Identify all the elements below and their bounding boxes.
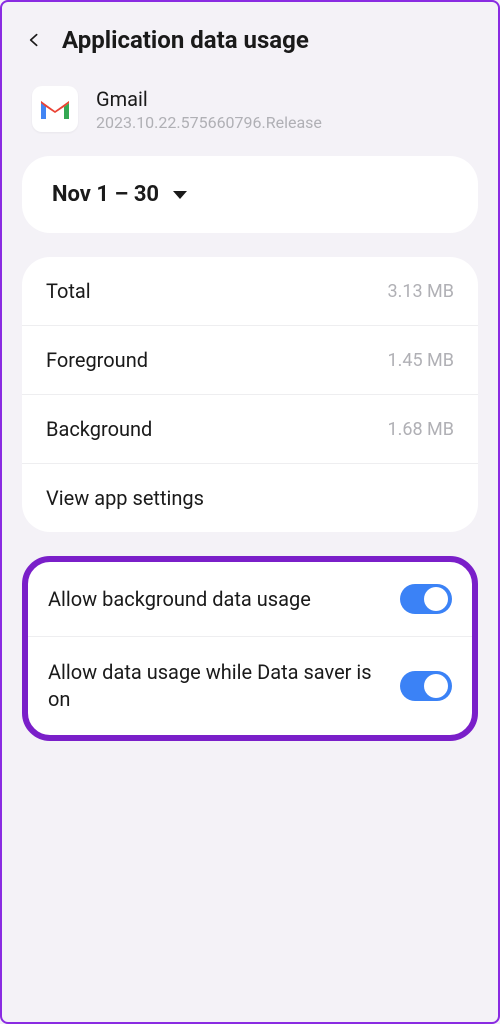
stat-background: Background 1.68 MB	[22, 395, 478, 464]
stat-label: Background	[46, 417, 152, 441]
stat-value: 1.45 MB	[388, 350, 455, 371]
toggles-card: Allow background data usage Allow data u…	[22, 556, 478, 741]
date-range-selector[interactable]: Nov 1 – 30	[22, 156, 478, 233]
stat-value: 1.68 MB	[388, 419, 455, 440]
stat-foreground: Foreground 1.45 MB	[22, 326, 478, 395]
app-version: 2023.10.22.575660796.Release	[96, 113, 322, 132]
toggle-background-data[interactable]: Allow background data usage	[28, 562, 472, 637]
stat-label: Total	[46, 279, 91, 303]
stat-total: Total 3.13 MB	[22, 257, 478, 326]
chevron-left-icon	[26, 30, 42, 50]
app-name: Gmail	[96, 87, 322, 111]
page-header: Application data usage	[2, 2, 498, 74]
toggle-label: Allow background data usage	[48, 586, 380, 613]
gmail-icon	[32, 86, 78, 132]
toggle-data-saver[interactable]: Allow data usage while Data saver is on	[28, 637, 472, 735]
page-title: Application data usage	[62, 26, 309, 54]
chevron-down-icon	[173, 191, 187, 199]
view-app-settings-link[interactable]: View app settings	[22, 464, 478, 532]
switch-data-saver[interactable]	[400, 671, 452, 701]
switch-background-data[interactable]	[400, 584, 452, 614]
stats-card: Total 3.13 MB Foreground 1.45 MB Backgro…	[22, 257, 478, 532]
date-range-label: Nov 1 – 30	[52, 182, 159, 207]
toggle-label: Allow data usage while Data saver is on	[48, 659, 380, 713]
link-label: View app settings	[46, 486, 204, 510]
back-button[interactable]	[22, 28, 46, 52]
app-info: Gmail 2023.10.22.575660796.Release	[2, 74, 498, 156]
stat-label: Foreground	[46, 348, 148, 372]
stat-value: 3.13 MB	[388, 281, 455, 302]
